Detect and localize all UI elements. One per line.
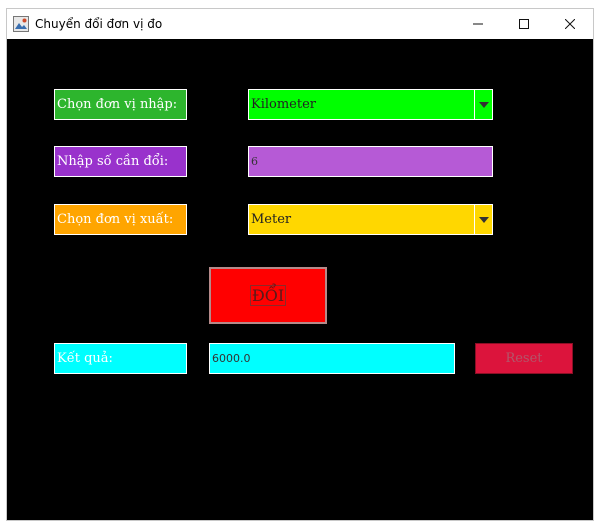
content-panel: Chọn đơn vị nhập: Kilometer Nhập số cần …	[7, 39, 593, 520]
output-unit-selected: Meter	[251, 212, 292, 227]
number-label: Nhập số cần đổi:	[54, 146, 187, 177]
convert-button-label: ĐỔI	[249, 285, 287, 306]
result-field: 6000.0	[209, 343, 455, 374]
reset-button-label: Reset	[505, 351, 543, 366]
input-unit-selected: Kilometer	[251, 97, 317, 112]
output-unit-label: Chọn đơn vị xuất:	[54, 204, 187, 235]
maximize-icon	[519, 19, 529, 29]
output-unit-combobox[interactable]: Meter	[248, 204, 493, 235]
input-unit-combobox[interactable]: Kilometer	[248, 89, 493, 120]
chevron-down-icon[interactable]	[474, 205, 492, 234]
app-window: Chuyển đổi đơn vị đo Chọn đơn vị nhập: K…	[6, 8, 594, 521]
maximize-button[interactable]	[501, 9, 547, 39]
number-input[interactable]: 6	[248, 146, 493, 177]
close-button[interactable]	[547, 9, 593, 39]
title-bar[interactable]: Chuyển đổi đơn vị đo	[7, 9, 593, 39]
window-title: Chuyển đổi đơn vị đo	[35, 17, 163, 31]
close-icon	[565, 19, 575, 29]
minimize-icon	[473, 23, 483, 25]
chevron-down-icon[interactable]	[474, 90, 492, 119]
result-label: Kết quả:	[54, 343, 187, 374]
convert-button[interactable]: ĐỔI	[209, 267, 327, 324]
input-unit-label: Chọn đơn vị nhập:	[54, 89, 187, 120]
java-app-icon	[13, 16, 29, 32]
minimize-button[interactable]	[455, 9, 501, 39]
reset-button[interactable]: Reset	[475, 343, 573, 374]
